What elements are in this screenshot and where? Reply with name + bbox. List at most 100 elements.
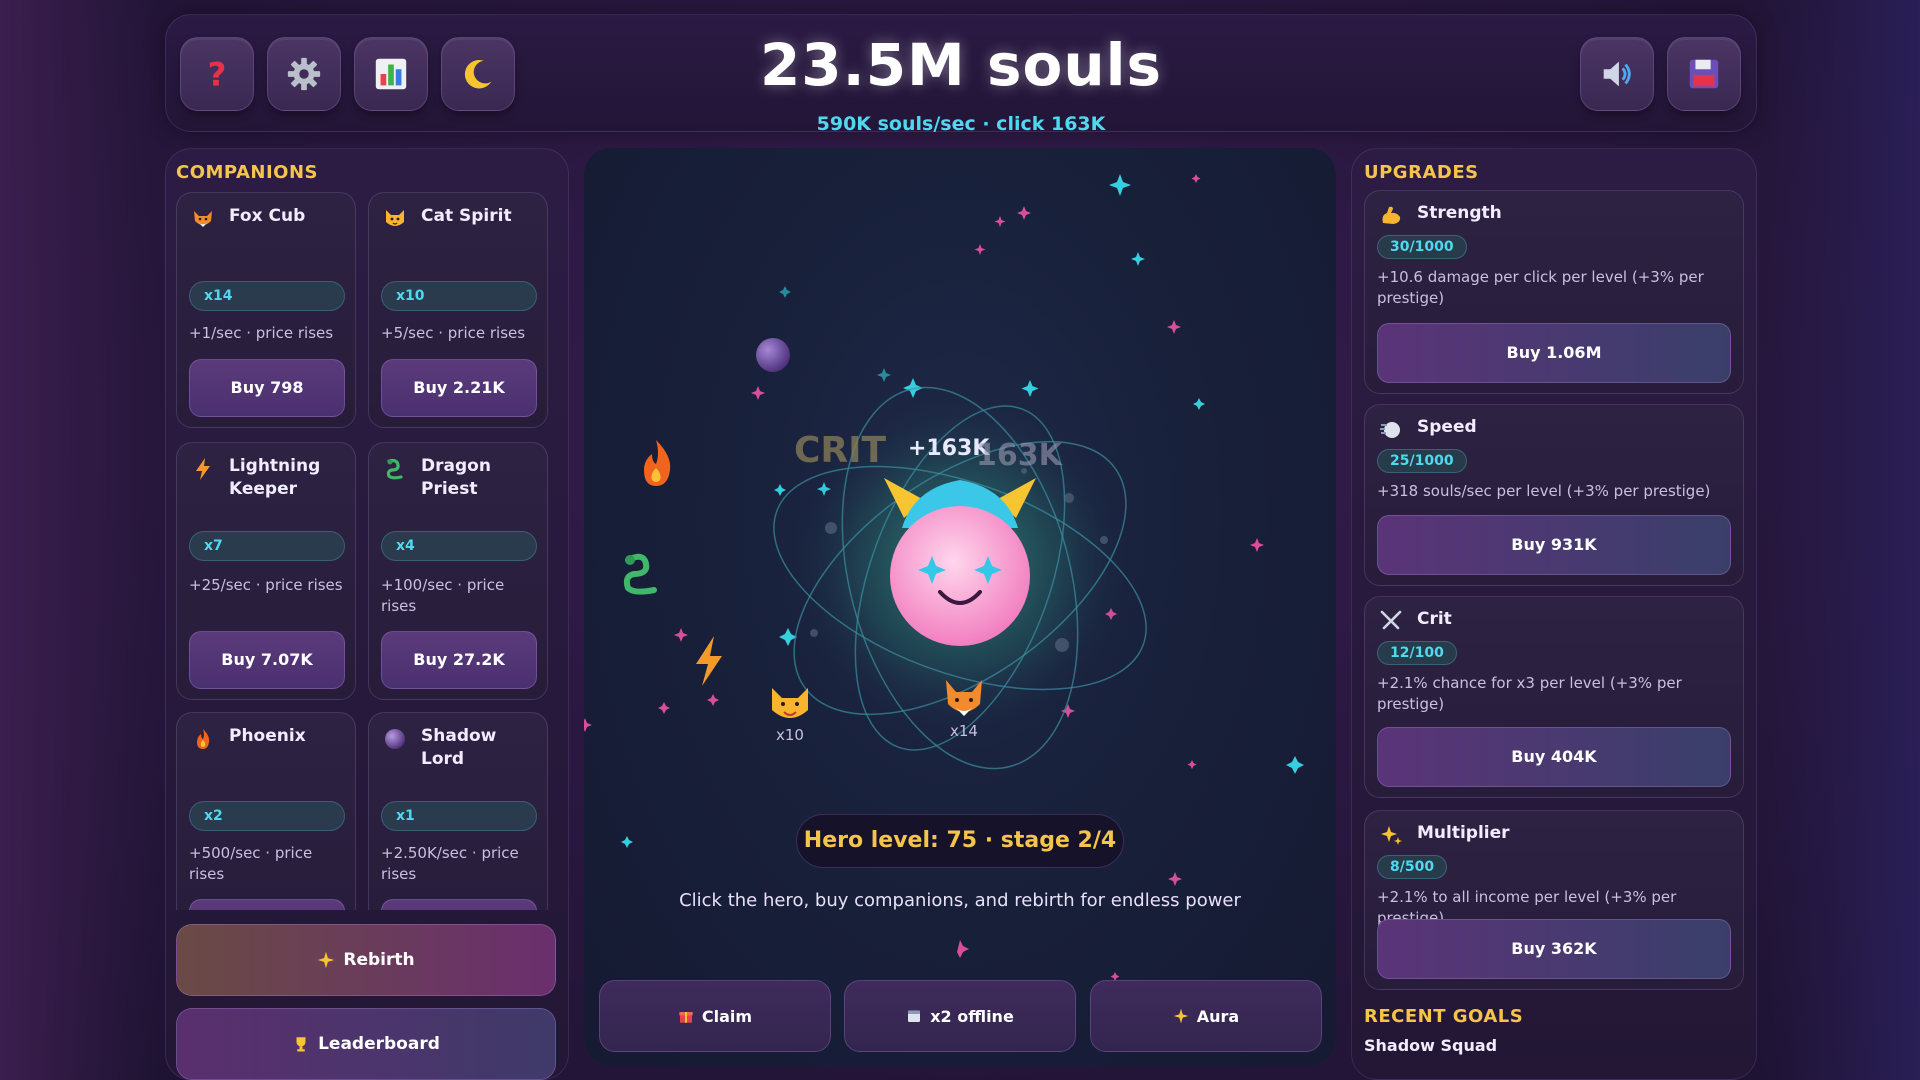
offline-label: x2 offline bbox=[930, 1006, 1014, 1026]
buy-crit-button[interactable]: Buy 404K bbox=[1377, 727, 1731, 787]
buy-strength-button[interactable]: Buy 1.06M bbox=[1377, 323, 1731, 383]
companion-card-fox-cub: Fox Cub x14 +1/sec · price rises Buy 798 bbox=[176, 192, 356, 428]
upgrade-level: 30/1000 bbox=[1377, 235, 1467, 259]
upgrade-name: Crit bbox=[1417, 609, 1452, 629]
upgrade-level: 12/100 bbox=[1377, 641, 1457, 665]
lightning-icon bbox=[196, 458, 210, 480]
upgrade-name: Multiplier bbox=[1417, 823, 1510, 843]
companion-name: Cat Spirit bbox=[421, 206, 512, 226]
dragon-icon bbox=[386, 458, 403, 480]
companion-card-lightning-keeper: Lightning Keeper x7 +25/sec · price rise… bbox=[176, 442, 356, 700]
upgrade-desc: +318 souls/sec per level (+3% per presti… bbox=[1377, 482, 1711, 500]
buy-fox-cub-button[interactable]: Buy 798 bbox=[189, 359, 345, 417]
recent-goals-title: RECENT GOALS bbox=[1364, 1006, 1524, 1027]
buy-lightning-keeper-button[interactable]: Buy 7.07K bbox=[189, 631, 345, 689]
recent-goal-item: Shadow Squad bbox=[1364, 1036, 1498, 1055]
stage-dragon-icon bbox=[623, 553, 657, 595]
companions-title: COMPANIONS bbox=[176, 162, 318, 183]
gift-icon bbox=[679, 1012, 693, 1023]
companion-desc: +1/sec · price rises bbox=[189, 324, 334, 342]
fire-icon bbox=[197, 729, 210, 749]
stage-scene bbox=[584, 174, 1304, 981]
upgrade-name: Strength bbox=[1417, 203, 1502, 223]
upgrade-card-crit: Crit 12/100 +2.1% chance for x3 per leve… bbox=[1364, 596, 1744, 798]
trophy-icon bbox=[296, 1037, 306, 1052]
rebirth-button[interactable]: Rebirth bbox=[176, 924, 556, 996]
cat-icon bbox=[386, 210, 404, 226]
sound-button[interactable] bbox=[1580, 37, 1654, 111]
upgrade-desc: +10.6 damage per click per level (+3% pe… bbox=[1377, 268, 1704, 307]
speaker-icon bbox=[1603, 61, 1631, 87]
companion-count: x7 bbox=[189, 531, 345, 561]
upgrade-desc: +2.1% chance for x3 per level (+3% per p… bbox=[1377, 674, 1682, 713]
upgrade-level: 25/1000 bbox=[1377, 449, 1467, 473]
companion-card-phoenix: Phoenix x2 +500/sec · price rises bbox=[176, 712, 356, 910]
companion-desc: +5/sec · price rises bbox=[381, 324, 526, 342]
upgrade-name: Speed bbox=[1417, 417, 1477, 437]
aura-label: Aura bbox=[1196, 1006, 1240, 1026]
companion-desc: +25/sec · price rises bbox=[189, 576, 343, 594]
companion-desc: +500/sec · price rises bbox=[189, 844, 313, 883]
buy-phoenix-button[interactable] bbox=[189, 899, 345, 910]
muscle-icon bbox=[1382, 206, 1401, 224]
stage-lightning-icon bbox=[696, 636, 722, 686]
aura-button[interactable]: Aura bbox=[1090, 980, 1322, 1052]
hero-stage: CRIT +163K 163K x10 x14 bbox=[584, 148, 1336, 1066]
damage-popup-fading: 163K bbox=[976, 438, 1062, 473]
companion-name: Dragon Priest bbox=[421, 456, 491, 499]
upgrade-card-speed: Speed 25/1000 +318 souls/sec per level (… bbox=[1364, 404, 1744, 586]
upgrade-card-multiplier: Multiplier 8/500 +2.1% to all income per… bbox=[1364, 810, 1744, 990]
hint-text: Click the hero, buy companions, and rebi… bbox=[679, 890, 1241, 911]
planet-decoration bbox=[756, 338, 790, 372]
leaderboard-button[interactable]: Leaderboard bbox=[176, 1008, 556, 1080]
companion-name: Shadow Lord bbox=[421, 726, 497, 769]
top-bar: ? 23.5M souls 590K souls/sec · click 163… bbox=[165, 14, 1757, 135]
claim-button[interactable]: Claim bbox=[599, 980, 831, 1052]
orb-icon bbox=[385, 729, 405, 749]
buy-shadow-lord-button[interactable] bbox=[381, 899, 537, 910]
companion-count: x10 bbox=[381, 281, 537, 311]
buy-multiplier-button[interactable]: Buy 362K bbox=[1377, 919, 1731, 979]
sparkle-icon bbox=[1173, 1008, 1189, 1024]
companion-desc: +2.50K/sec · price rises bbox=[381, 844, 519, 883]
companion-count: x1 bbox=[381, 801, 537, 831]
sparkle-icon bbox=[318, 951, 335, 969]
upgrade-card-strength: Strength 30/1000 +10.6 damage per click … bbox=[1364, 190, 1744, 394]
save-button[interactable] bbox=[1667, 37, 1741, 111]
claim-label: Claim bbox=[701, 1006, 753, 1026]
crossed-swords-icon bbox=[1380, 610, 1402, 630]
companion-count: x14 bbox=[189, 281, 345, 311]
sparkles-icon bbox=[1381, 826, 1402, 845]
buy-speed-button[interactable]: Buy 931K bbox=[1377, 515, 1731, 575]
hero-character[interactable] bbox=[884, 478, 1036, 646]
background-right-glow bbox=[1760, 0, 1920, 1080]
companion-count: x4 bbox=[381, 531, 537, 561]
rebirth-label: Rebirth bbox=[343, 950, 415, 970]
stage-fire-icon bbox=[644, 440, 671, 486]
buy-cat-spirit-button[interactable]: Buy 2.21K bbox=[381, 359, 537, 417]
souls-rate: 590K souls/sec · click 163K bbox=[816, 113, 1106, 135]
speed-icon bbox=[1380, 422, 1400, 438]
crit-popup: CRIT bbox=[794, 430, 887, 471]
companion-desc: +100/sec · price rises bbox=[381, 576, 505, 615]
hero-level-badge: Hero level: 75 · stage 2/4 bbox=[796, 814, 1124, 868]
upgrade-level: 8/500 bbox=[1377, 855, 1448, 879]
companion-name: Lightning Keeper bbox=[229, 456, 321, 499]
companion-card-cat-spirit: Cat Spirit x10 +5/sec · price rises Buy … bbox=[368, 192, 548, 428]
leaderboard-label: Leaderboard bbox=[318, 1034, 440, 1054]
fox-companion-count: x14 bbox=[950, 722, 978, 740]
companion-name: Fox Cub bbox=[229, 206, 306, 226]
companion-card-shadow-lord: Shadow Lord x1 +2.50K/sec · price rises bbox=[368, 712, 548, 910]
souls-counter: 23.5M souls bbox=[759, 31, 1163, 99]
fox-icon bbox=[194, 211, 212, 227]
buy-dragon-priest-button[interactable]: Buy 27.2K bbox=[381, 631, 537, 689]
companion-name: Phoenix bbox=[229, 726, 306, 746]
floppy-disk-icon bbox=[1689, 59, 1719, 89]
upgrades-title: UPGRADES bbox=[1364, 162, 1479, 183]
companions-list[interactable]: Fox Cub x14 +1/sec · price rises Buy 798… bbox=[165, 190, 569, 910]
calendar-icon bbox=[908, 1010, 921, 1022]
companion-count: x2 bbox=[189, 801, 345, 831]
stage-cat-icon bbox=[772, 688, 808, 718]
offline-boost-button[interactable]: x2 offline bbox=[844, 980, 1076, 1052]
companion-card-dragon-priest: Dragon Priest x4 +100/sec · price rises … bbox=[368, 442, 548, 700]
